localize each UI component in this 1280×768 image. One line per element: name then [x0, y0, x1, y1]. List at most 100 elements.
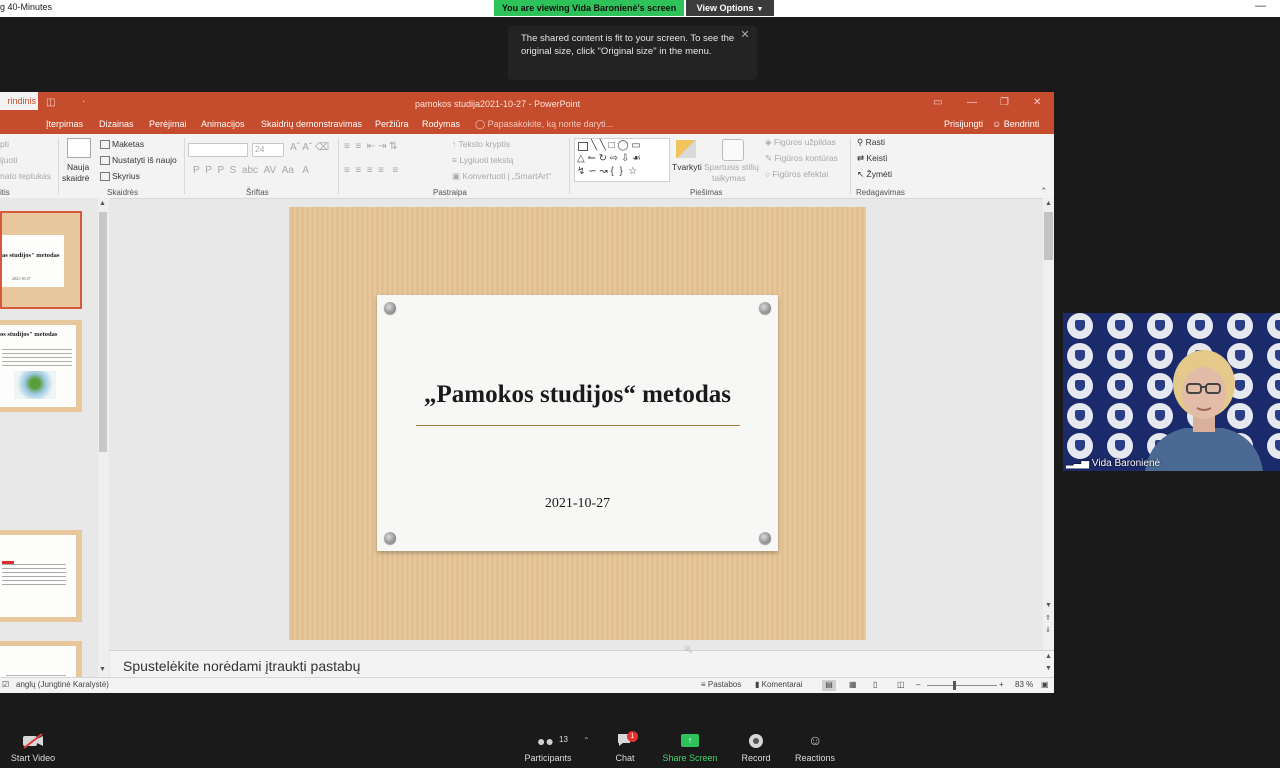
fit-to-window-icon[interactable]: ▣ — [1041, 680, 1049, 689]
shape-fill-button[interactable]: ◈ Figūros užpildas — [765, 137, 836, 148]
slide-title[interactable]: „Pamokos studijos“ metodas — [377, 381, 778, 409]
arrange-button[interactable]: Tvarkyti — [672, 162, 702, 172]
next-slide-icon[interactable]: ⇓ — [1045, 626, 1051, 634]
slide-thumbnail-3[interactable] — [0, 530, 82, 622]
font-name-field[interactable] — [188, 143, 248, 157]
tab-animations[interactable]: Animacijos — [201, 119, 245, 129]
notes-placeholder[interactable]: Spustelėkite norėdami įtraukti pastabų — [123, 658, 360, 674]
share-button[interactable]: ☺ Bendrinti — [992, 119, 1039, 129]
cut-button[interactable]: pti — [0, 139, 9, 149]
shapes-row-3[interactable]: ↯ ∽ ↝ { } ☆ — [577, 166, 637, 177]
quick-styles-icon[interactable] — [722, 139, 744, 161]
slide-thumbnail-1[interactable]: as studijos" metodas 2021-10-27 — [0, 211, 82, 309]
ppt-maximize-icon[interactable]: ❐ — [1000, 97, 1009, 108]
new-slide-icon[interactable] — [67, 138, 91, 158]
thumbnail-scroll-thumb[interactable] — [99, 212, 107, 452]
participants-button[interactable]: Participants — [521, 753, 575, 763]
font-style-buttons[interactable]: P P P S abc AV Aa A — [193, 165, 309, 176]
align-text-button[interactable]: ≡ Lygiuoti tekstą — [452, 155, 513, 165]
comments-toggle[interactable]: ▮ Komentarai — [755, 680, 803, 689]
textbox-shape-icon[interactable] — [578, 142, 588, 151]
list-buttons[interactable]: ≡ ≡ ⇤ ⇥ ⇅ — [344, 141, 397, 152]
zoom-slider[interactable] — [927, 685, 997, 686]
slide-scrollbar[interactable]: ▲ ▼ ⇑ ⇓ — [1043, 198, 1054, 650]
tell-me-search[interactable]: ◯ Papasakokite, ką norite daryti... — [475, 119, 613, 130]
new-slide-label-2[interactable]: skaidrė — [62, 173, 89, 183]
zoom-level[interactable]: 83 % — [1015, 680, 1033, 689]
slideshow-start-icon[interactable]: ◫ — [46, 97, 55, 108]
scroll-down-icon[interactable]: ▼ — [99, 666, 106, 673]
format-painter-button[interactable]: nato teptukas — [0, 171, 51, 181]
view-options-button[interactable]: View Options ▼ — [686, 0, 774, 16]
scroll-up-icon[interactable]: ▲ — [1045, 200, 1052, 207]
find-button[interactable]: ⚲ Rasti — [857, 137, 885, 148]
section-button[interactable]: Skyrius — [112, 171, 140, 181]
start-video-button[interactable]: Start Video — [6, 753, 60, 763]
participants-chevron-icon[interactable]: ⌃ — [583, 736, 590, 745]
scroll-up-icon[interactable]: ▲ — [99, 200, 106, 207]
new-slide-label[interactable]: Nauja — [67, 162, 89, 172]
collapse-ribbon-icon[interactable]: ⌃ — [1040, 186, 1048, 197]
tab-slideshow[interactable]: Skaidrių demonstravimas — [261, 119, 362, 129]
notes-toggle[interactable]: ≡ Pastabos — [701, 680, 741, 689]
shapes-row-1[interactable]: ╲ ╲ □ ◯ ▭ — [591, 140, 641, 151]
slide-subtitle-date[interactable]: 2021-10-27 — [377, 496, 778, 512]
zoom-in-icon[interactable]: + — [999, 680, 1004, 689]
shape-outline-button[interactable]: ✎ Figūros kontūras — [765, 153, 838, 164]
select-button[interactable]: ↖ Žymėti — [857, 169, 892, 180]
replace-button[interactable]: ⇄ Keisti — [857, 153, 887, 164]
reading-view-icon[interactable]: ▯ — [873, 680, 877, 689]
qat-customize-icon[interactable]: ‧ — [82, 97, 85, 108]
share-screen-button[interactable]: Share Screen — [662, 753, 718, 763]
sign-in-link[interactable]: Prisijungti — [944, 119, 983, 129]
tab-view[interactable]: Rodymas — [422, 119, 460, 129]
reactions-button[interactable]: Reactions — [793, 753, 837, 763]
shapes-gallery[interactable]: ╲ ╲ □ ◯ ▭ △ ↼ ↻ ⇨ ⇩ ☙ ↯ ∽ ↝ { } ☆ — [574, 138, 670, 182]
arrange-icon[interactable] — [676, 140, 696, 158]
slide-title-card — [377, 295, 778, 551]
record-button[interactable]: Record — [738, 753, 774, 763]
ppt-minimize-icon[interactable]: — — [967, 97, 977, 108]
copy-button[interactable]: ijuoti — [0, 155, 17, 165]
reset-button[interactable]: Nustatyti iš naujo — [112, 155, 177, 165]
record-icon[interactable] — [749, 734, 763, 748]
quick-styles-label[interactable]: Spartusis stilių — [704, 162, 759, 172]
text-direction-button[interactable]: ↑ Teksto kryptis — [452, 139, 510, 149]
spellcheck-icon[interactable]: ☑ — [2, 680, 9, 689]
font-size-field[interactable]: 24 — [252, 143, 284, 157]
notes-scroll-up-icon[interactable]: ▲ — [1045, 653, 1052, 660]
scroll-down-icon[interactable]: ▼ — [1045, 602, 1052, 609]
tab-transitions[interactable]: Perėjimai — [149, 119, 187, 129]
slideshow-view-icon[interactable]: ◫ — [897, 680, 905, 689]
reactions-icon[interactable]: ☺ — [808, 732, 822, 748]
zoom-out-icon[interactable]: – — [916, 680, 920, 689]
slide-scroll-thumb[interactable] — [1044, 212, 1053, 260]
notes-scroll-down-icon[interactable]: ▼ — [1045, 665, 1052, 672]
previous-slide-icon[interactable]: ⇑ — [1045, 614, 1051, 622]
normal-view-icon[interactable]: ▤ — [822, 680, 836, 691]
shapes-row-2[interactable]: △ ↼ ↻ ⇨ ⇩ ☙ — [577, 153, 641, 164]
slide-sorter-icon[interactable]: ▦ — [849, 680, 857, 689]
video-off-icon[interactable] — [22, 733, 44, 749]
chat-button[interactable]: Chat — [610, 753, 640, 763]
thumbnail-scrollbar[interactable]: ▲ ▼ — [98, 198, 109, 677]
smartart-button[interactable]: ▣ Konvertuoti į „SmartArt“ — [452, 171, 551, 182]
zoom-slider-thumb[interactable] — [953, 681, 956, 690]
tab-design[interactable]: Dizainas — [99, 119, 134, 129]
ppt-close-icon[interactable]: ✕ — [1033, 97, 1041, 108]
language-indicator[interactable]: anglų (Jungtinė Karalystė) — [16, 680, 109, 689]
tab-insert[interactable]: Įterpimas — [46, 119, 83, 129]
share-screen-icon[interactable]: ↑ — [681, 734, 699, 747]
layout-button[interactable]: Maketas — [112, 139, 144, 149]
participants-icon[interactable]: ●● — [537, 733, 554, 749]
grow-font-icon[interactable]: Aˆ Aˇ ⌫ — [290, 142, 329, 153]
tab-home[interactable]: rindinis — [0, 92, 38, 110]
align-buttons[interactable]: ≡ ≡ ≡ ≡ ≡ — [344, 165, 398, 176]
slide-thumbnail-2[interactable]: os studijos" metodas — [0, 320, 82, 412]
quick-styles-label-2[interactable]: taikymas — [712, 173, 746, 183]
ribbon-display-icon[interactable]: ▭ — [933, 97, 942, 108]
close-icon[interactable]: ✕ — [738, 28, 752, 42]
tab-review[interactable]: Peržiūra — [375, 119, 409, 129]
shape-effects-button[interactable]: ○ Figūros efektai — [765, 169, 828, 179]
minimize-icon[interactable]: — — [1255, 0, 1266, 12]
